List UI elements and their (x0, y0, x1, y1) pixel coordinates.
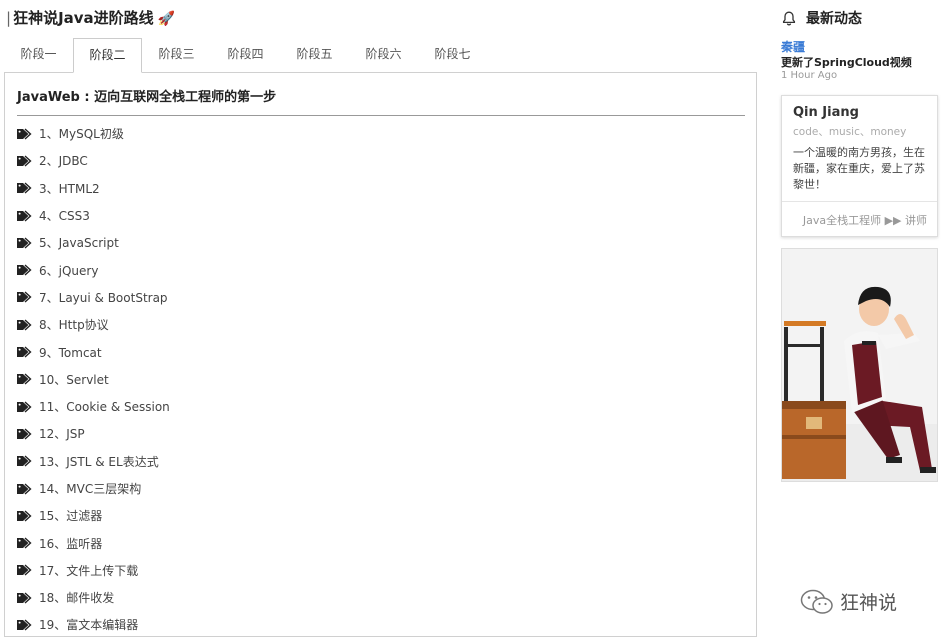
topic-label: 5、JavaScript (39, 236, 119, 251)
topic-item[interactable]: 9、Tomcat (16, 338, 170, 365)
topic-label: 12、JSP (39, 427, 85, 442)
tags-icon (17, 291, 32, 303)
tags-icon (17, 182, 32, 194)
tags-icon (17, 401, 32, 413)
topic-item[interactable]: 18、邮件收发 (16, 584, 170, 611)
topic-item[interactable]: 16、监听器 (16, 529, 170, 556)
activity-user-link[interactable]: 秦疆 (781, 38, 805, 55)
topic-item[interactable]: 17、文件上传下载 (16, 557, 170, 584)
tags-icon (17, 210, 32, 222)
topic-item[interactable]: 13、JSTL & EL表达式 (16, 448, 170, 475)
tags-icon (17, 264, 32, 276)
tab-stage-4[interactable]: 阶段四 (211, 38, 280, 73)
topic-label: 10、Servlet (39, 372, 109, 387)
tags-icon (17, 564, 32, 576)
tab-stage-5[interactable]: 阶段五 (280, 38, 349, 73)
rocket-icon: 🚀 (157, 11, 176, 27)
tags-icon (17, 128, 32, 140)
tab-stage-2[interactable]: 阶段二 (73, 38, 142, 73)
tags-icon (17, 155, 32, 167)
topic-label: 16、监听器 (39, 536, 103, 551)
topic-item[interactable]: 1、MySQL初级 (16, 120, 170, 147)
tags-icon (17, 373, 32, 385)
title-text: 狂神说Java进阶路线 (13, 9, 154, 27)
tags-icon (17, 455, 32, 467)
profile-tags: code、music、money (793, 126, 907, 138)
topic-label: 18、邮件收发 (39, 591, 115, 606)
tab-stage-7[interactable]: 阶段七 (418, 38, 487, 73)
topic-label: 7、Layui & BootStrap (39, 290, 168, 305)
topic-item[interactable]: 19、富文本编辑器 (16, 611, 170, 638)
topic-label: 4、CSS3 (39, 209, 90, 224)
tags-icon (17, 537, 32, 549)
activity-text[interactable]: 更新了SpringCloud视频 (781, 54, 912, 70)
stage-tabs: 阶段一 阶段二 阶段三 阶段四 阶段五 阶段六 阶段七 (4, 38, 487, 73)
topic-item[interactable]: 5、JavaScript (16, 229, 170, 256)
topic-label: 15、过滤器 (39, 509, 103, 524)
sidebar: 最新动态 秦疆 更新了SpringCloud视频 1 Hour Ago Qin … (776, 0, 942, 641)
topic-item[interactable]: 8、Http协议 (16, 311, 170, 338)
news-heading-label: 最新动态 (806, 11, 862, 27)
activity-time: 1 Hour Ago (781, 70, 838, 81)
profile-photo (781, 248, 938, 482)
topic-label: 11、Cookie & Session (39, 400, 170, 415)
card-divider (782, 201, 937, 202)
topic-label: 13、JSTL & EL表达式 (39, 454, 159, 469)
profile-role: Java全栈工程师 ▶▶ 讲师 (802, 214, 927, 227)
tags-icon (17, 319, 32, 331)
topic-item[interactable]: 6、jQuery (16, 256, 170, 283)
topic-label: 3、HTML2 (39, 181, 100, 196)
topic-label: 2、JDBC (39, 154, 88, 169)
profile-name: Qin Jiang (793, 105, 859, 120)
title-bar: | (6, 9, 12, 27)
topic-list: 1、MySQL初级 2、JDBC 3、HTML2 4、CSS3 5、JavaScript… (16, 120, 170, 639)
topic-item[interactable]: 12、JSP (16, 420, 170, 447)
watermark: 狂神说 (800, 588, 897, 615)
topic-item[interactable]: 2、JDBC (16, 147, 170, 174)
tags-icon (17, 592, 32, 604)
watermark-text: 狂神说 (840, 592, 898, 614)
panel-title: JavaWeb : 迈向互联网全栈工程师的第一步 (17, 90, 277, 105)
tab-stage-6[interactable]: 阶段六 (349, 38, 418, 73)
tags-icon (17, 428, 32, 440)
stage-panel: JavaWeb : 迈向互联网全栈工程师的第一步 1、MySQL初级 2、JDBC… (4, 72, 757, 637)
tags-icon (17, 482, 32, 495)
topic-label: 8、Http协议 (39, 318, 109, 333)
topic-item[interactable]: 15、过滤器 (16, 502, 170, 529)
tab-stage-1[interactable]: 阶段一 (4, 38, 73, 73)
topic-label: 14、MVC三层架构 (39, 482, 142, 496)
wechat-icon (800, 589, 833, 614)
profile-card: Qin Jiang code、music、money 一个温暖的南方男孩，生在新… (781, 95, 938, 237)
topic-item[interactable]: 14、MVC三层架构 (16, 475, 170, 502)
topic-item[interactable]: 10、Servlet (16, 366, 170, 393)
divider (17, 115, 745, 116)
topic-item[interactable]: 7、Layui & BootStrap (16, 284, 170, 311)
topic-item[interactable]: 11、Cookie & Session (16, 393, 170, 420)
bell-icon (782, 11, 796, 25)
news-heading: 最新动态 (782, 8, 862, 28)
tags-icon (17, 619, 32, 631)
topic-label: 9、Tomcat (39, 345, 102, 360)
topic-label: 1、MySQL初级 (39, 127, 124, 142)
profile-bio: 一个温暖的南方男孩，生在新疆，家在重庆，爱上了苏黎世！ (793, 146, 925, 191)
topic-label: 17、文件上传下载 (39, 563, 139, 578)
main-area: | 狂神说Java进阶路线 🚀 阶段一 阶段二 阶段三 阶段四 阶段五 阶段六 阶段… (0, 0, 762, 641)
page-title: | 狂神说Java进阶路线 🚀 (6, 7, 175, 28)
person-photo-icon (782, 249, 937, 481)
tags-icon (17, 346, 32, 358)
tab-stage-3[interactable]: 阶段三 (142, 38, 211, 73)
tags-icon (17, 237, 32, 249)
topic-item[interactable]: 4、CSS3 (16, 202, 170, 229)
tags-icon (17, 510, 32, 522)
topic-label: 19、富文本编辑器 (39, 618, 139, 633)
topic-item[interactable]: 3、HTML2 (16, 175, 170, 202)
topic-label: 6、jQuery (39, 263, 99, 278)
